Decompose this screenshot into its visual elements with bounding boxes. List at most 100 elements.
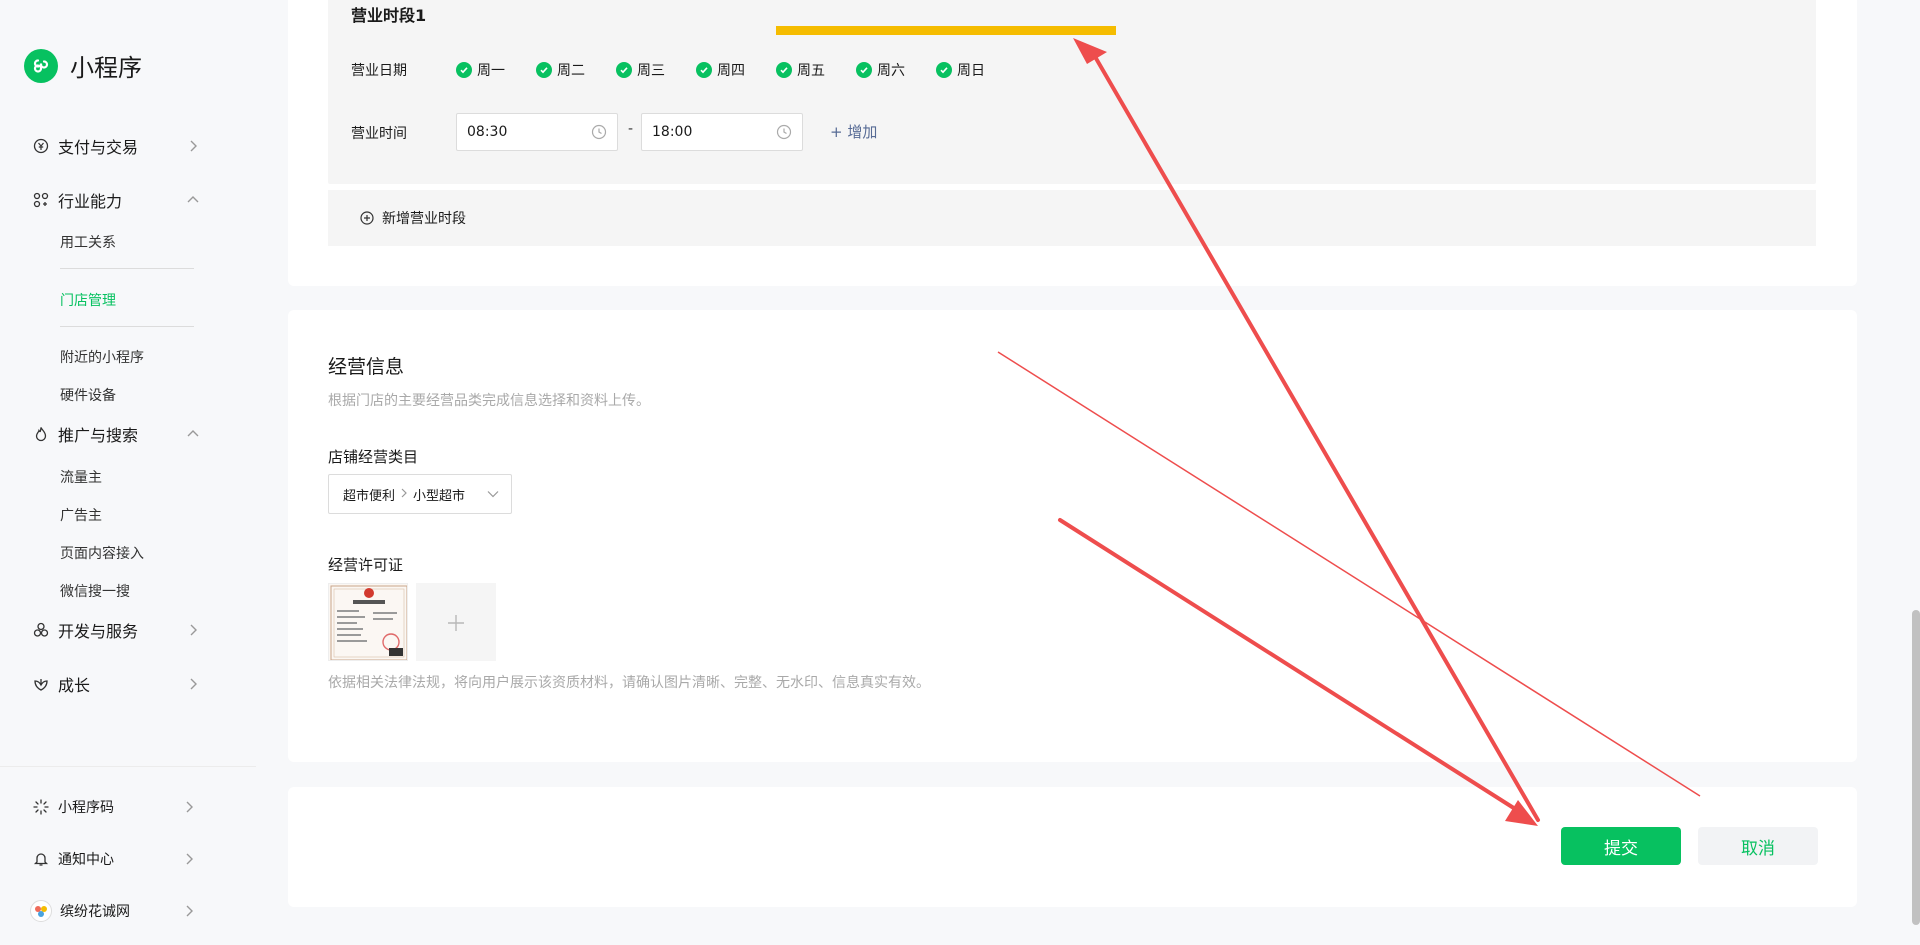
category-select[interactable]: 超市便利 小型超市 [328, 474, 512, 514]
submit-button[interactable]: 提交 [1561, 827, 1681, 865]
nav-label: 支付与交易 [58, 138, 139, 157]
business-info-card: 经营信息 根据门店的主要经营品类完成信息选择和资料上传。 店铺经营类目 超市便利… [288, 310, 1857, 762]
sidebar-sub-wechat-search[interactable]: 微信搜一搜 [60, 581, 130, 601]
check-circle-icon [696, 62, 712, 78]
form-actions-card: 提交 取消 [288, 787, 1857, 907]
growth-icon [32, 675, 50, 693]
plus-icon [446, 603, 466, 641]
business-date-label: 营业日期 [351, 63, 407, 79]
industry-icon [32, 191, 50, 209]
category-level1: 超市便利 [343, 488, 396, 504]
chevron-down-icon [487, 490, 499, 498]
sidebar-sub-nearby[interactable]: 附近的小程序 [60, 347, 144, 367]
currency-icon [32, 137, 50, 155]
business-time-label: 营业时间 [351, 126, 407, 142]
chevron-right-icon [182, 904, 196, 918]
nav-label: 开发与服务 [58, 622, 139, 641]
day-checkbox-fri[interactable]: 周五 [776, 60, 825, 80]
sidebar-sub-hardware[interactable]: 硬件设备 [60, 385, 116, 405]
business-days: 周一 周二 周三 周四 周五 周六 周日 [456, 60, 1016, 80]
dev-icon [32, 621, 50, 639]
nav-label: 通知中心 [58, 852, 114, 868]
day-label: 周二 [557, 63, 585, 79]
qrcode-icon [32, 798, 50, 816]
nav-item-promotion[interactable]: 推广与搜索 [32, 420, 200, 448]
check-circle-icon [616, 62, 632, 78]
day-checkbox-wed[interactable]: 周三 [616, 60, 665, 80]
avatar-icon [30, 900, 52, 922]
day-checkbox-sun[interactable]: 周日 [936, 60, 985, 80]
nav-item-payment[interactable]: 支付与交易 [32, 132, 200, 160]
nav-label: 行业能力 [58, 192, 123, 211]
day-label: 周日 [957, 63, 985, 79]
day-label: 周三 [637, 63, 665, 79]
check-circle-icon [856, 62, 872, 78]
chevron-right-icon [186, 139, 200, 153]
day-checkbox-sat[interactable]: 周六 [856, 60, 905, 80]
check-circle-icon [936, 62, 952, 78]
nav-label: 推广与搜索 [58, 426, 139, 445]
add-business-period-label: 新增营业时段 [382, 211, 466, 227]
chevron-up-icon [186, 427, 200, 441]
chevron-right-icon [186, 677, 200, 691]
divider [60, 326, 194, 327]
check-circle-icon [536, 62, 552, 78]
chevron-right-icon [182, 852, 196, 866]
sidebar-sub-traffic-owner[interactable]: 流量主 [60, 467, 102, 487]
sidebar-sub-employment[interactable]: 用工关系 [60, 232, 116, 252]
highlight-bar [776, 26, 1116, 35]
time-range-dash: - [628, 121, 634, 137]
nav-item-account[interactable]: 缤纷花诚网 [30, 897, 196, 925]
divider [60, 268, 194, 269]
add-business-period-button[interactable]: 新增营业时段 [328, 190, 1816, 246]
license-image-thumbnail[interactable] [328, 583, 408, 661]
license-note: 依据相关法律法规，将向用户展示该资质材料，请确认图片清晰、完整、无水印、信息真实… [328, 675, 930, 691]
start-time-value: 08:30 [467, 124, 508, 140]
flame-icon [32, 425, 50, 443]
scrollbar-thumb[interactable] [1912, 610, 1920, 925]
day-checkbox-thu[interactable]: 周四 [696, 60, 745, 80]
clock-icon [776, 124, 792, 140]
period-title: 营业时段1 [351, 6, 427, 25]
start-time-input[interactable]: 08:30 [456, 113, 618, 151]
sidebar-sub-advertiser[interactable]: 广告主 [60, 505, 102, 525]
day-label: 周五 [797, 63, 825, 79]
nav-item-notifications[interactable]: 通知中心 [32, 845, 196, 873]
sidebar: 小程序 支付与交易 行业能力 用工关系 门店管理 附近的小程序 硬件设备 推广与… [0, 0, 256, 945]
bell-icon [32, 850, 50, 868]
nav-item-development[interactable]: 开发与服务 [32, 616, 200, 644]
day-label: 周六 [877, 63, 905, 79]
add-time-link[interactable]: + 增加 [830, 121, 877, 142]
sidebar-sub-store-management[interactable]: 门店管理 [60, 290, 116, 310]
end-time-input[interactable]: 18:00 [641, 113, 803, 151]
nav-label: 成长 [58, 676, 91, 695]
brand-name: 小程序 [70, 54, 142, 82]
clock-icon [591, 124, 607, 140]
cancel-button[interactable]: 取消 [1698, 827, 1818, 865]
section-title: 经营信息 [328, 356, 405, 378]
category-label: 店铺经营类目 [328, 448, 419, 466]
mini-program-logo-icon [24, 48, 58, 83]
day-checkbox-tue[interactable]: 周二 [536, 60, 585, 80]
nav-item-industry[interactable]: 行业能力 [32, 186, 200, 214]
license-label: 经营许可证 [328, 556, 404, 574]
section-description: 根据门店的主要经营品类完成信息选择和资料上传。 [328, 393, 650, 409]
sidebar-sub-page-content[interactable]: 页面内容接入 [60, 543, 144, 563]
end-time-value: 18:00 [652, 124, 693, 140]
upload-license-button[interactable] [416, 583, 496, 661]
business-period-box: 营业时段1 营业日期 周一 周二 周三 周四 周五 周六 周日 营业时间 08:… [328, 0, 1816, 184]
sidebar-separator [0, 766, 256, 767]
chevron-right-icon [182, 800, 196, 814]
plus-circle-icon [360, 211, 374, 225]
nav-label: 缤纷花诚网 [60, 904, 130, 920]
check-circle-icon [776, 62, 792, 78]
chevron-right-icon [400, 487, 408, 502]
nav-item-qrcode[interactable]: 小程序码 [32, 793, 196, 821]
nav-item-growth[interactable]: 成长 [32, 670, 200, 698]
nav-label: 小程序码 [58, 800, 114, 816]
brand[interactable]: 小程序 [24, 48, 142, 83]
day-checkbox-mon[interactable]: 周一 [456, 60, 505, 80]
chevron-up-icon [186, 193, 200, 207]
business-hours-card: 营业时段1 营业日期 周一 周二 周三 周四 周五 周六 周日 营业时间 08:… [288, 0, 1857, 286]
category-level2: 小型超市 [413, 488, 466, 504]
